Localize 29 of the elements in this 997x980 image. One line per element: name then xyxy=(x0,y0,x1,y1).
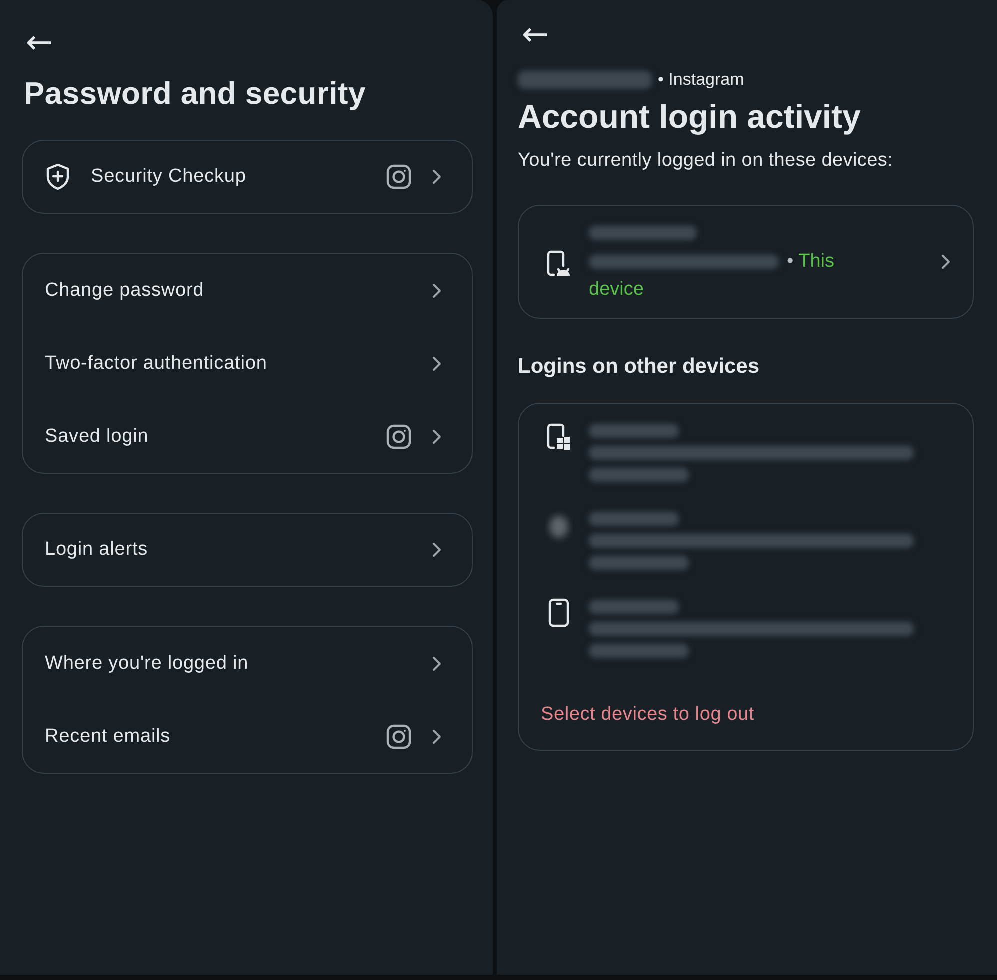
phone-icon xyxy=(548,598,570,628)
chevron-icon xyxy=(432,728,442,744)
menu-item[interactable]: Two-factor authentication xyxy=(23,327,472,400)
menu-item[interactable]: Change password xyxy=(23,254,472,327)
android-phone-icon xyxy=(546,249,572,279)
chevron-icon xyxy=(941,254,951,270)
menu-item[interactable]: Recent emails xyxy=(23,700,472,773)
page-title: Password and security xyxy=(24,76,367,112)
menu-item[interactable]: Saved login xyxy=(23,400,472,473)
chevron-icon xyxy=(432,656,442,672)
section-heading: Logins on other devices xyxy=(518,355,761,379)
chevron-icon xyxy=(432,542,442,558)
chevron-icon xyxy=(432,282,442,298)
menu-item[interactable]: Login alerts xyxy=(23,514,472,586)
back-button[interactable]: ← xyxy=(22,26,57,58)
logout-link[interactable]: Select devices to log out xyxy=(541,704,754,726)
shield-icon xyxy=(45,163,71,191)
chevron-icon xyxy=(432,169,442,185)
windows-phone-icon xyxy=(546,422,572,452)
account-label: • Instagram xyxy=(658,70,744,90)
back-button[interactable]: ← xyxy=(518,18,553,50)
subtitle: You're currently logged in on these devices: xyxy=(518,150,894,172)
chevron-icon xyxy=(432,356,442,372)
page-title: Account login activity xyxy=(518,98,862,136)
device-status: • This device xyxy=(589,250,836,302)
chevron-icon xyxy=(432,428,442,444)
menu-item[interactable]: Security Checkup xyxy=(23,141,472,213)
menu-item[interactable]: Where you're logged in xyxy=(23,627,472,700)
device-card[interactable]: • This device xyxy=(518,205,974,319)
